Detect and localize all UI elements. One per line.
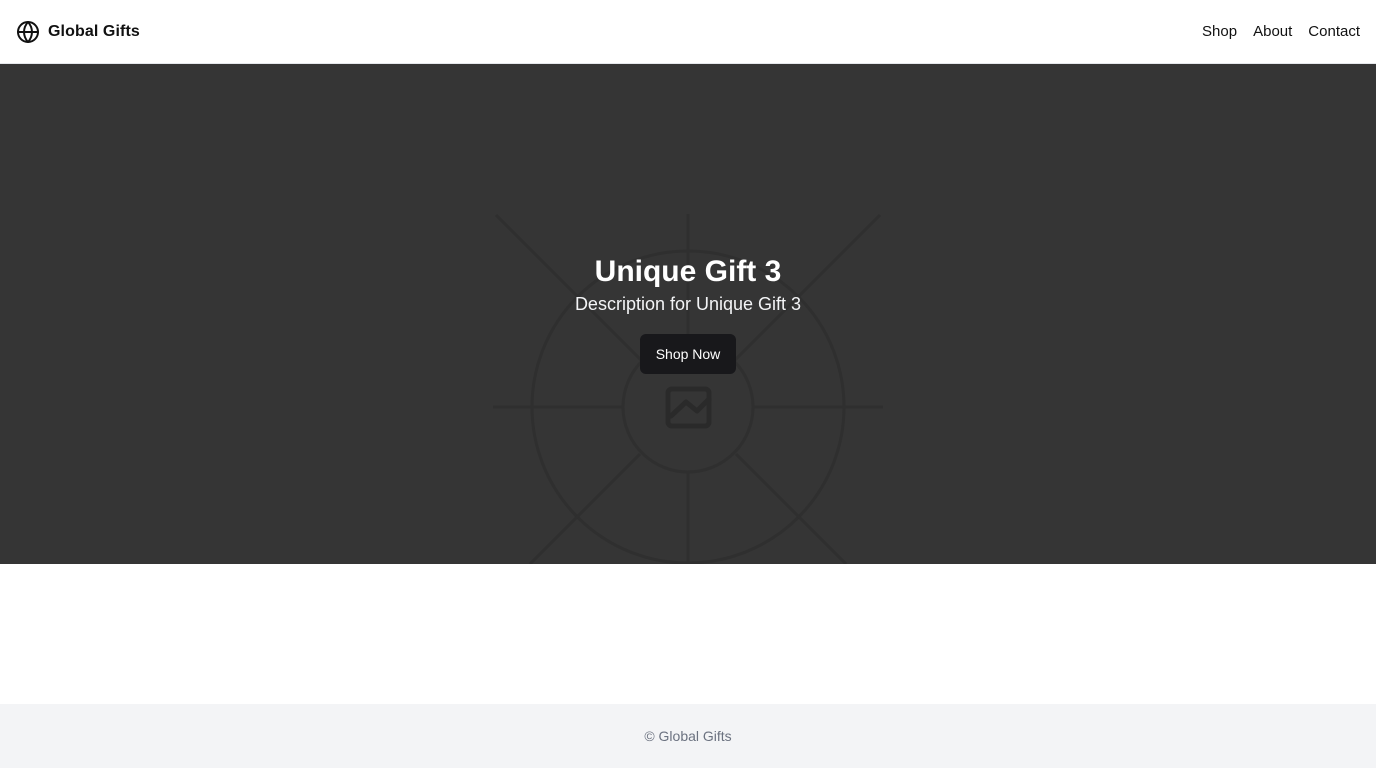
site-header: Global Gifts Shop About Contact xyxy=(0,0,1376,64)
hero-content: Unique Gift 3 Description for Unique Gif… xyxy=(0,250,1376,374)
hero-title: Unique Gift 3 xyxy=(594,255,782,288)
hero-subtitle: Description for Unique Gift 3 xyxy=(574,294,802,314)
footer-copyright: © Global Gifts xyxy=(644,728,732,744)
main-nav: Shop About Contact xyxy=(1202,23,1360,40)
nav-about-link[interactable]: About xyxy=(1253,23,1292,40)
hero-banner: Unique Gift 3 Description for Unique Gif… xyxy=(0,64,1376,564)
brand-name: Global Gifts xyxy=(48,22,140,40)
main-content xyxy=(0,564,1376,704)
shop-now-button[interactable]: Shop Now xyxy=(639,334,737,374)
site-footer: © Global Gifts xyxy=(0,704,1376,768)
nav-contact-link[interactable]: Contact xyxy=(1308,23,1360,40)
globe-icon xyxy=(17,20,39,43)
nav-shop-link[interactable]: Shop xyxy=(1202,23,1237,40)
brand-link[interactable]: Global Gifts xyxy=(16,20,140,44)
